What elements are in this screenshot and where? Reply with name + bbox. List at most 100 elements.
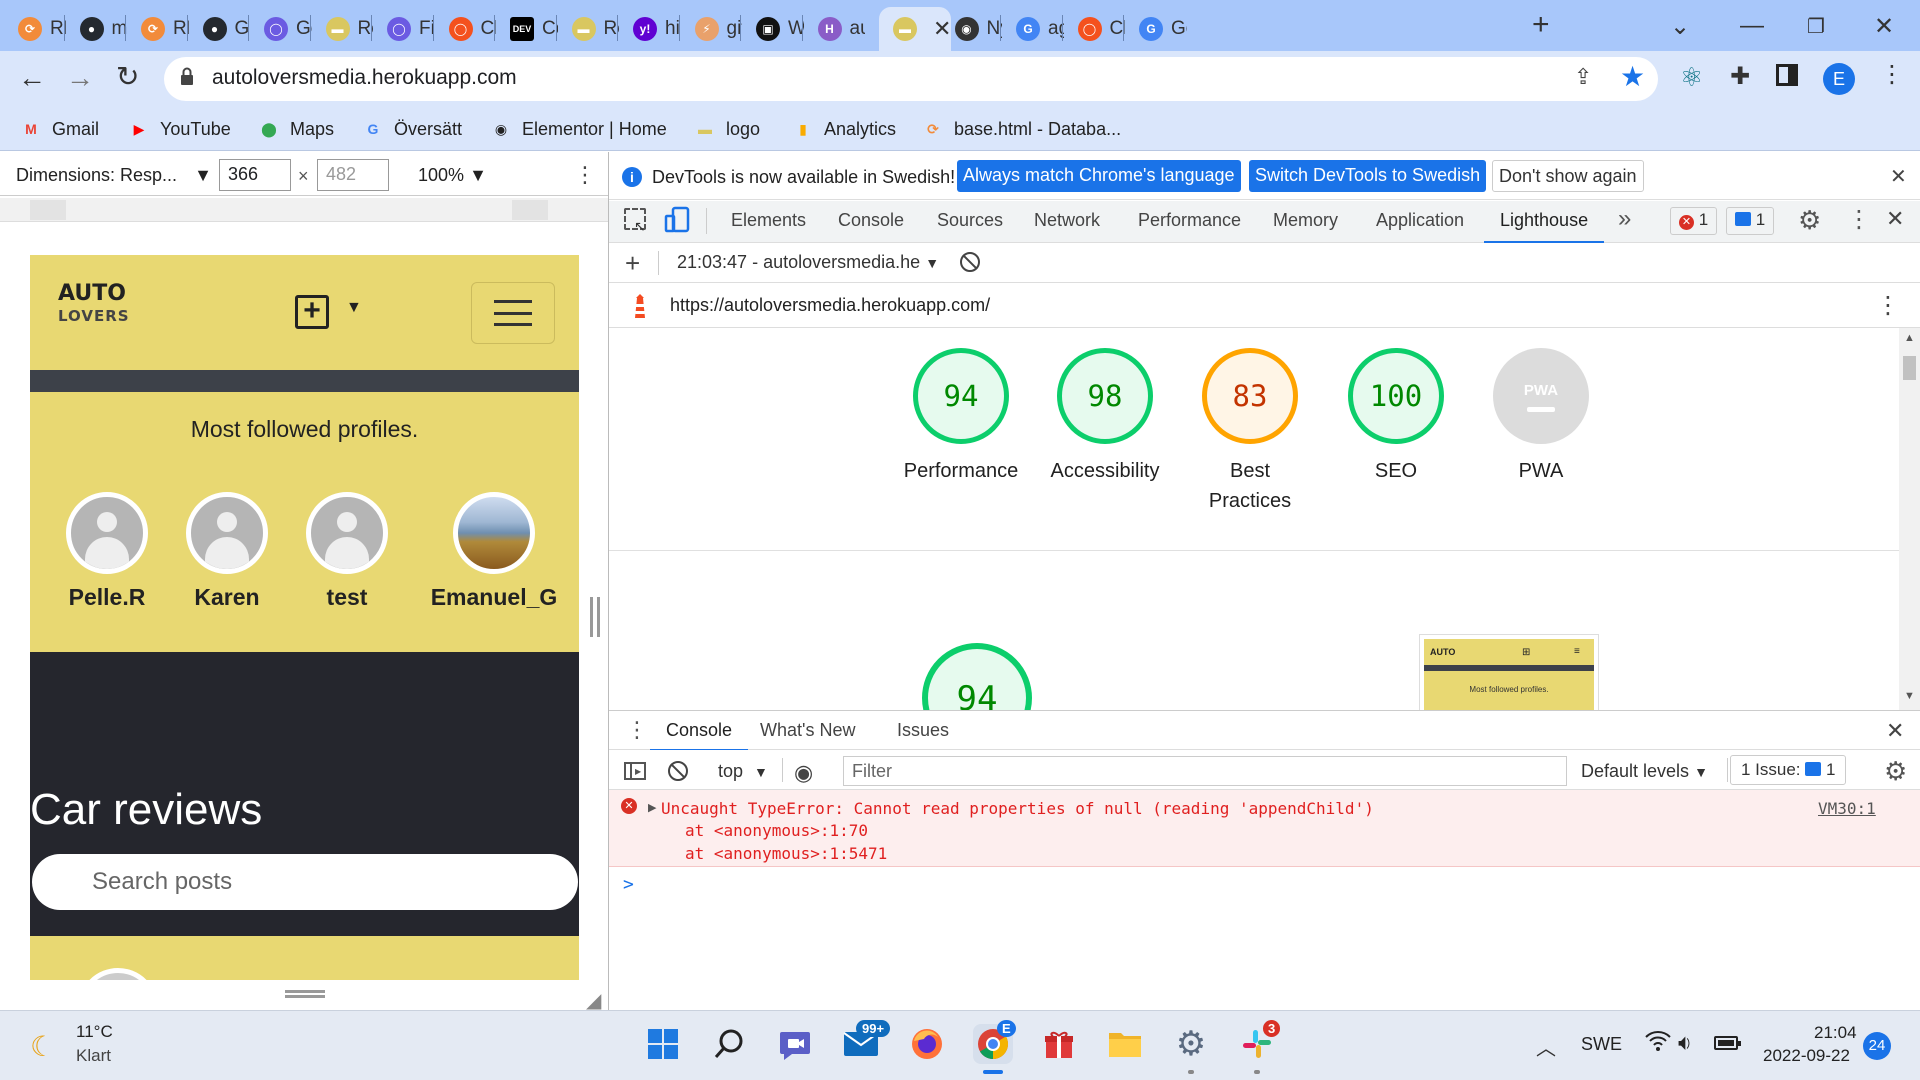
bookmark-item[interactable]: M Gmail <box>20 116 99 142</box>
tab-elements[interactable]: Elements <box>731 210 806 231</box>
browser-tab[interactable]: ◯Ge <box>250 7 312 51</box>
windows-start-icon[interactable] <box>643 1024 683 1064</box>
close-devtools-icon[interactable]: ✕ <box>1886 206 1904 232</box>
settings-icon[interactable]: ⚙ <box>1171 1024 1211 1064</box>
bookmark-item[interactable]: ▮ Analytics <box>792 116 896 142</box>
live-expression-eye-icon[interactable]: ◉ <box>794 760 813 786</box>
post-card[interactable] <box>30 936 579 980</box>
issues-counter-button[interactable]: 1 Issue: 1 <box>1730 755 1847 785</box>
volume-icon[interactable]: 🔉︎ <box>1678 1030 1692 1056</box>
device-more-icon[interactable]: ⋮ <box>574 162 596 188</box>
back-icon[interactable]: ← <box>18 62 46 94</box>
drawer-tab-what-s-new[interactable]: What's New <box>760 720 855 741</box>
bookmark-item[interactable]: ▬ logo <box>694 116 760 142</box>
drawer-tab-console[interactable]: Console <box>650 720 749 751</box>
search-icon[interactable] <box>709 1024 749 1064</box>
wifi-icon[interactable] <box>1645 1030 1671 1057</box>
height-input[interactable]: 482 <box>317 159 389 191</box>
console-filter-input[interactable]: Filter <box>843 756 1567 786</box>
width-input[interactable]: 366 <box>219 159 291 191</box>
scroll-thumb[interactable] <box>1903 356 1916 380</box>
report-menu-icon[interactable]: ⋮ <box>1876 291 1900 320</box>
browser-tab[interactable]: G Go <box>1125 7 1187 51</box>
browser-tab[interactable]: ⚡git <box>681 7 742 51</box>
tab-performance[interactable]: Performance <box>1138 210 1241 231</box>
browser-tab[interactable]: ◯Cl <box>435 7 496 51</box>
score-gauge[interactable]: PWA PWA <box>1476 348 1606 486</box>
tab-lighthouse[interactable]: Lighthouse <box>1484 210 1605 243</box>
tab-memory[interactable]: Memory <box>1273 210 1338 231</box>
clear-reports-icon[interactable] <box>960 252 980 272</box>
navbar-toggler-button[interactable] <box>471 282 555 344</box>
tab-console[interactable]: Console <box>838 210 904 231</box>
file-explorer-icon[interactable] <box>1105 1024 1145 1064</box>
zoom-select[interactable]: 100% ▼ <box>418 165 487 186</box>
profile-avatar[interactable]: E <box>1823 63 1855 95</box>
viewport-bottom-handle[interactable] <box>285 990 325 998</box>
switch-to-swedish-button[interactable]: Switch DevTools to Swedish <box>1249 160 1487 192</box>
log-levels-select[interactable]: Default levels ▼ <box>1581 761 1708 782</box>
always-match-language-button[interactable]: Always match Chrome's language <box>957 160 1241 192</box>
browser-tab[interactable]: ⟳RE <box>4 7 66 51</box>
browser-tab[interactable]: ⟳RE <box>127 7 189 51</box>
add-post-icon[interactable]: + <box>295 295 329 329</box>
bookmark-star-icon[interactable]: ★ <box>1620 60 1645 93</box>
tab-search-icon[interactable]: ⌄ <box>1664 10 1696 42</box>
clock-time[interactable]: 21:04 <box>1814 1023 1857 1043</box>
score-gauge[interactable]: 94 Performance <box>896 348 1026 486</box>
browser-tab[interactable]: Gag <box>1002 7 1064 51</box>
dont-show-again-button[interactable]: Don't show again <box>1492 160 1644 192</box>
browser-tab[interactable]: ▣ W <box>742 7 804 51</box>
device-toolbar-toggle-icon[interactable] <box>664 206 690 233</box>
profile-item[interactable]: Pelle.R <box>52 492 162 611</box>
new-report-icon[interactable]: + <box>625 248 640 279</box>
console-sidebar-icon[interactable]: ▶ <box>624 762 646 780</box>
battery-icon[interactable] <box>1714 1036 1741 1050</box>
devtools-settings-icon[interactable]: ⚙ <box>1798 205 1821 236</box>
input-language[interactable]: SWE <box>1581 1034 1622 1055</box>
notification-count-badge[interactable]: 24 <box>1863 1032 1891 1060</box>
browser-tab[interactable]: ◯Fir <box>373 7 435 51</box>
profile-item[interactable]: Karen <box>172 492 282 611</box>
tab-network[interactable]: Network <box>1034 210 1100 231</box>
profile-item[interactable]: Emanuel_G <box>424 492 564 611</box>
error-counter-button[interactable]: ✕ 1 <box>1670 207 1718 235</box>
browser-tab[interactable]: ◉Ny <box>941 7 1002 51</box>
restore-icon[interactable]: ❐ <box>1800 10 1832 42</box>
screenshot-thumbnail[interactable]: AUTO ⊞ ≡ Most followed profiles. <box>1419 634 1599 710</box>
score-gauge[interactable]: 83 Best Practices <box>1185 348 1315 516</box>
clock-date[interactable]: 2022-09-22 <box>1763 1046 1850 1066</box>
scroll-down-icon[interactable]: ▼ <box>1904 690 1915 702</box>
bookmark-item[interactable]: ⟳ base.html - Databa... <box>922 116 1121 142</box>
score-gauge[interactable]: 100 SEO <box>1331 348 1461 486</box>
show-hidden-icons-icon[interactable]: ︿ <box>1536 1032 1556 1061</box>
teams-chat-icon[interactable] <box>775 1024 815 1064</box>
add-dropdown-caret-icon[interactable]: ▼ <box>346 299 362 317</box>
close-window-icon[interactable]: ✕ <box>1868 10 1900 42</box>
more-tabs-icon[interactable]: » <box>1618 205 1631 233</box>
search-posts-input[interactable]: Search posts <box>32 854 578 910</box>
browser-tab[interactable]: ▬Re <box>558 7 619 51</box>
viewport-resize-handle[interactable] <box>590 597 600 637</box>
extensions-puzzle-icon[interactable]: ✚ <box>1730 62 1750 91</box>
bookmark-item[interactable]: ◉ Elementor | Home <box>490 116 667 142</box>
lock-icon[interactable] <box>180 67 194 85</box>
new-tab-button[interactable]: + <box>1532 8 1550 42</box>
reload-icon[interactable]: ↻ <box>116 60 139 93</box>
browser-tab[interactable]: ◯Cl <box>1064 7 1125 51</box>
drawer-tab-issues[interactable]: Issues <box>897 720 949 741</box>
browser-menu-icon[interactable]: ⋮ <box>1880 60 1904 89</box>
browser-tab[interactable]: Hau <box>804 7 865 51</box>
profile-item[interactable]: test <box>292 492 402 611</box>
context-select[interactable]: top ▼ <box>718 761 768 782</box>
minimize-icon[interactable]: — <box>1736 10 1768 42</box>
message-counter-button[interactable]: 1 <box>1726 207 1775 235</box>
browser-tab[interactable]: ▬Re <box>312 7 373 51</box>
score-gauge[interactable]: 98 Accessibility <box>1040 348 1170 486</box>
close-drawer-icon[interactable]: ✕ <box>1886 718 1904 744</box>
report-url-link[interactable]: https://autoloversmedia.herokuapp.com/ <box>670 295 990 316</box>
console-settings-icon[interactable]: ⚙ <box>1884 756 1907 787</box>
forward-icon[interactable]: → <box>66 62 94 94</box>
bookmark-item[interactable]: ⬤ Maps <box>258 116 334 142</box>
bookmark-item[interactable]: G Översätt <box>362 116 462 142</box>
